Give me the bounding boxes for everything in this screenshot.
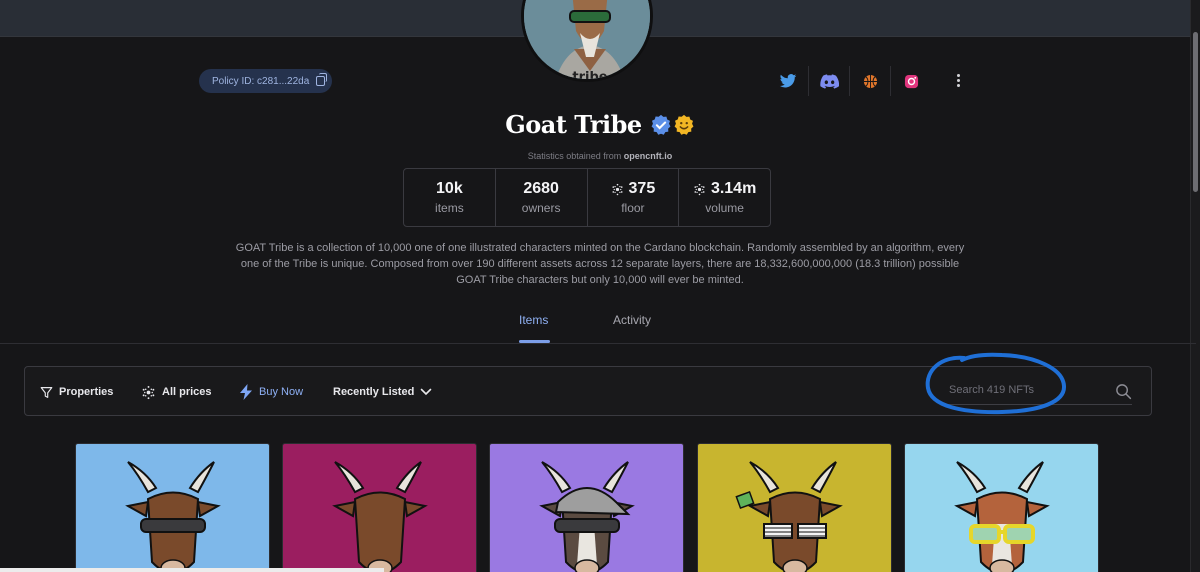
policy-id-text: Policy ID: c281...22da	[212, 75, 310, 87]
collection-title-row: Goat Tribe	[0, 110, 1200, 139]
stats-source-note: Statistics obtained from opencnft.io	[0, 151, 1200, 161]
collection-description: GOAT Tribe is a collection of 10,000 one…	[200, 240, 1000, 288]
properties-filter-button[interactable]: Properties	[40, 383, 113, 401]
buy-now-label: Buy Now	[259, 386, 304, 398]
stat-volume-value: 3.14m	[710, 180, 757, 197]
verification-badges	[650, 114, 695, 136]
ada-icon	[611, 183, 623, 195]
divider	[0, 343, 1196, 344]
description-line: GOAT Tribe characters but only 10,000 wi…	[456, 274, 744, 286]
twitter-icon[interactable]	[768, 66, 809, 96]
sort-dropdown[interactable]: Recently Listed	[333, 383, 432, 401]
page-scrollbar[interactable]	[1190, 0, 1200, 572]
stats-source-link[interactable]: opencnft.io	[624, 151, 673, 161]
copy-icon[interactable]	[316, 73, 328, 86]
filter-icon	[40, 386, 53, 398]
sort-label: Recently Listed	[333, 386, 415, 398]
ada-icon	[694, 183, 705, 195]
chevron-down-icon	[421, 388, 432, 396]
prices-label: All prices	[162, 386, 212, 398]
nft-card[interactable]	[697, 443, 892, 572]
verified-badge-icon	[651, 114, 671, 135]
lightning-icon	[240, 384, 252, 400]
nft-card[interactable]	[904, 443, 1099, 572]
more-options-icon[interactable]	[950, 70, 966, 90]
stat-items-label: items	[435, 201, 464, 215]
collection-tabs: Items Activity	[0, 303, 1200, 343]
collection-avatar: tribe	[521, 0, 653, 82]
screen-edge-strip	[0, 568, 384, 572]
smiley-badge-icon	[674, 114, 694, 135]
nft-card[interactable]	[75, 443, 270, 572]
stat-owners: 2680 owners	[496, 169, 588, 226]
stat-floor-value: 375	[628, 180, 656, 197]
stat-owners-value: 2680	[523, 180, 559, 197]
discord-icon[interactable]	[809, 66, 850, 96]
ada-icon	[142, 385, 155, 399]
annotation-circle	[925, 352, 1066, 415]
search-icon[interactable]	[1115, 383, 1132, 400]
stat-owners-label: owners	[521, 201, 561, 215]
stat-items: 10k items	[404, 169, 496, 226]
buy-now-filter-button[interactable]: Buy Now	[239, 383, 303, 401]
nft-card[interactable]	[489, 443, 684, 572]
stats-source-prefix: Statistics obtained from	[527, 151, 622, 161]
stat-floor-label: floor	[621, 201, 645, 215]
description-line: GOAT Tribe is a collection of 10,000 one…	[235, 242, 965, 254]
stat-volume-label: volume	[705, 201, 744, 215]
stat-volume: 3.14m volume	[679, 169, 770, 226]
stat-items-value: 10k	[436, 180, 463, 197]
description-line: one of the Tribe is unique. Composed fro…	[240, 258, 960, 270]
properties-label: Properties	[59, 386, 114, 398]
social-links	[768, 66, 932, 96]
tab-activity[interactable]: Activity	[613, 313, 651, 327]
svg-text:tribe: tribe	[572, 70, 607, 82]
instagram-icon[interactable]	[891, 66, 932, 96]
stats-panel: 10k items 2680 owners 375 floor 3.14m vo…	[403, 168, 771, 227]
tab-items[interactable]: Items	[519, 313, 548, 327]
price-filter-button[interactable]: All prices	[141, 383, 212, 401]
policy-id-chip[interactable]: Policy ID: c281...22da	[199, 69, 332, 93]
stat-floor: 375 floor	[588, 169, 680, 226]
nft-card[interactable]	[282, 443, 477, 572]
collection-title: Goat Tribe	[505, 110, 642, 139]
basketball-icon[interactable]	[850, 66, 891, 96]
